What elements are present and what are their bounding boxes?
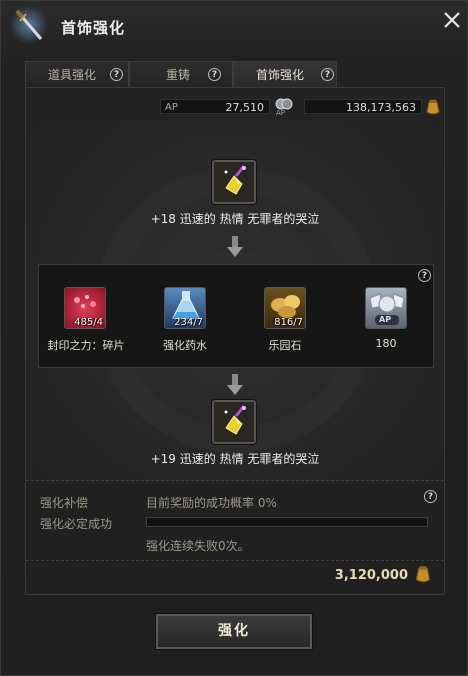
ap-display: AP 27,510	[160, 99, 270, 114]
enhance-window: 首饰强化 道具强化 ? 重铸 ? 首饰强化 ? AP 27,510 AP 138…	[0, 0, 468, 676]
ap-coin-icon: AP	[274, 96, 294, 118]
tab-reforge[interactable]: 重铸 ?	[129, 61, 233, 87]
cost-value: 3,120,000	[334, 568, 408, 583]
tab-label: 道具强化	[48, 68, 97, 82]
result-item-name: +19 迅速的 热情 无罪者的哭泣	[150, 452, 320, 466]
help-icon[interactable]: ?	[321, 68, 334, 81]
currency-row: AP 27,510 AP 138,173,563	[26, 88, 444, 120]
dagger-icon	[10, 6, 48, 44]
material-slot[interactable]: 485/4	[64, 287, 106, 329]
tab-bar: 道具强化 ? 重铸 ? 首饰强化 ?	[25, 61, 445, 87]
ap-value: 27,510	[225, 101, 265, 114]
material-slot[interactable]: 234/7	[164, 287, 206, 329]
compensation-progress-bar	[146, 517, 428, 527]
window-title: 首饰强化	[61, 19, 126, 37]
current-item-slot[interactable]	[212, 160, 256, 204]
tab-item-enhance[interactable]: 道具强化 ?	[25, 61, 129, 87]
divider	[26, 560, 444, 561]
material-name: 乐园石	[268, 339, 302, 352]
material-name: 180	[375, 337, 397, 350]
current-item-name: +18 迅速的 热情 无罪者的哭泣	[150, 212, 320, 226]
help-icon[interactable]: ?	[424, 490, 437, 503]
title-bar: 首饰强化	[1, 1, 468, 47]
enhance-button[interactable]: 强化	[156, 614, 312, 649]
tab-accessory-enhance[interactable]: 首饰强化 ?	[233, 61, 337, 87]
gold-value: 138,173,563	[346, 101, 416, 114]
help-icon[interactable]: ?	[110, 68, 123, 81]
tab-label: 首饰强化	[256, 68, 305, 82]
materials-panel: ? 485/4 封印之力：碎片 234/7 强化药水 816/7 乐园石 AP …	[38, 264, 434, 368]
enhance-panel: AP 27,510 AP 138,173,563 +18 迅速的 热情 无罪者的…	[25, 87, 445, 595]
yellow-gem-icon	[214, 402, 254, 442]
divider	[26, 480, 444, 481]
material-count: 234/7	[174, 317, 203, 328]
ap-coin-caption: AP	[276, 109, 286, 117]
arrow-down-icon	[227, 374, 243, 395]
gold-pouch-icon	[415, 565, 431, 583]
gold-display: 138,173,563	[304, 99, 422, 114]
success-rate-text: 目前奖励的成功概率 0%	[146, 496, 277, 510]
fail-count-text: 强化连续失败0次。	[146, 539, 250, 553]
material-slot[interactable]: AP	[365, 287, 407, 329]
help-icon[interactable]: ?	[418, 269, 431, 282]
result-item-slot[interactable]	[212, 400, 256, 444]
gold-pouch-icon	[426, 99, 440, 115]
material-name: 强化药水	[163, 339, 207, 352]
tab-label: 重铸	[166, 68, 191, 82]
ap-badge-text: AP	[379, 315, 392, 324]
material-slot[interactable]: 816/7	[264, 287, 306, 329]
compensation-label: 强化补偿	[40, 496, 89, 510]
arrow-down-icon	[227, 236, 243, 257]
red-shard-icon	[74, 295, 96, 308]
material-count: 485/4	[74, 317, 103, 328]
material-name: 封印之力：碎片	[47, 339, 125, 352]
close-icon[interactable]	[441, 9, 463, 31]
ap-label: AP	[165, 102, 178, 113]
guarantee-label: 强化必定成功	[40, 517, 113, 531]
yellow-gem-icon	[214, 162, 254, 202]
help-icon[interactable]: ?	[208, 68, 221, 81]
material-count: 816/7	[274, 317, 303, 328]
